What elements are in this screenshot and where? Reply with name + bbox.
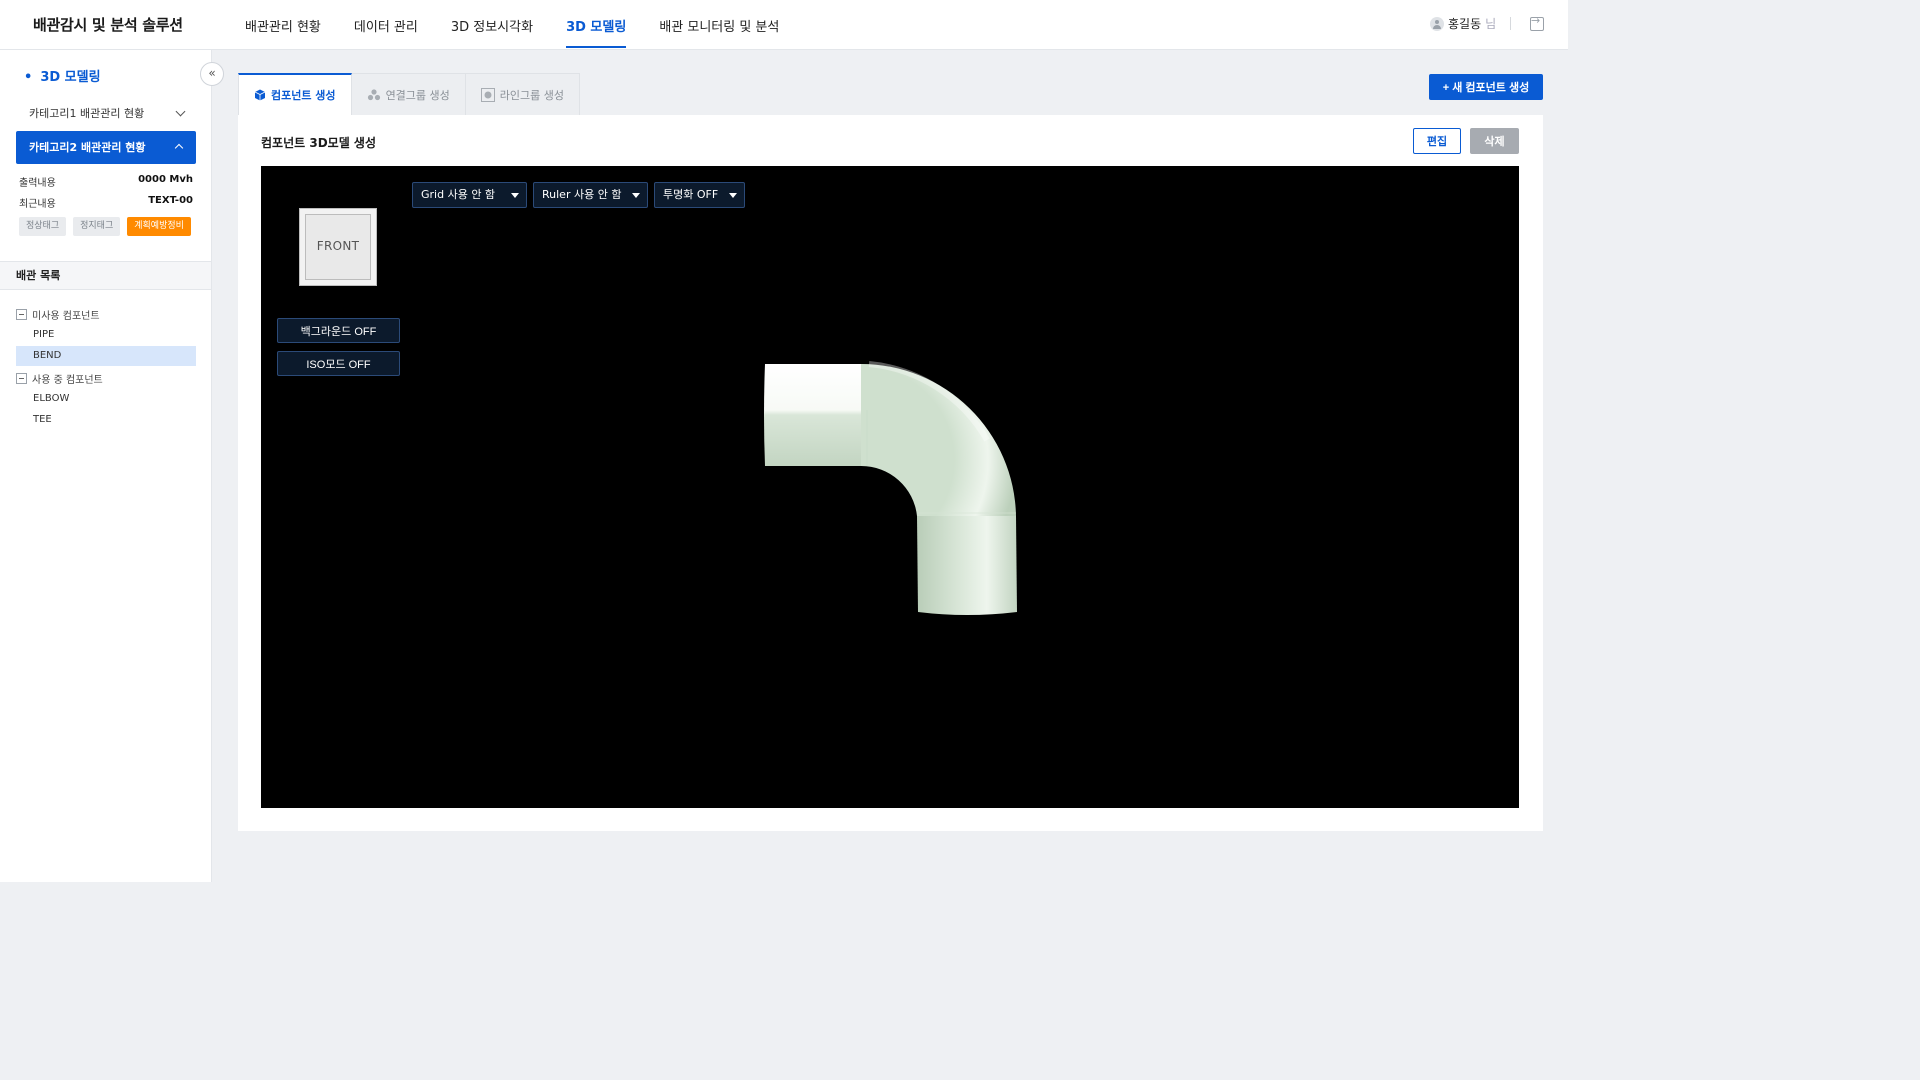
grid-select-value: Grid 사용 안 함 xyxy=(421,188,496,201)
view-cube-label: FRONT xyxy=(316,239,360,253)
sidebar-category-2[interactable]: 카테고리2 배관관리 현황 xyxy=(16,131,196,164)
edit-button[interactable]: 편집 xyxy=(1413,128,1461,154)
tab-label: 연결그룹 생성 xyxy=(385,88,450,102)
tag-stopped[interactable]: 정지태그 xyxy=(73,217,121,236)
tree-group-unused[interactable]: 미사용 컴포넌트 xyxy=(16,307,100,322)
3d-viewport[interactable]: FRONT Grid 사용 안 함 Ruler 사용 안 함 투명화 OFF 백… xyxy=(261,166,1519,808)
info-row-recent: 최근내용 TEXT-00 xyxy=(19,195,193,210)
top-header: 배관감시 및 분석 솔루션 배관관리 현황 데이터 관리 3D 정보시각화 3D… xyxy=(0,0,1568,50)
app-logo[interactable]: 배관감시 및 분석 솔루션 xyxy=(33,14,183,35)
tree-item-tee[interactable]: TEE xyxy=(16,410,196,430)
tree-item-bend[interactable]: BEND xyxy=(16,346,196,366)
collapse-toggle-icon[interactable] xyxy=(16,309,27,320)
category-1-label: 카테고리1 배관관리 현황 xyxy=(29,107,145,120)
transparency-select[interactable]: 투명화 OFF xyxy=(654,182,745,208)
logout-icon[interactable] xyxy=(1530,14,1544,31)
piping-list-title: 배관 목록 xyxy=(0,262,211,290)
sidebar-title: 3D 모델링 xyxy=(24,66,100,85)
chevron-down-icon xyxy=(175,106,186,117)
grid-select[interactable]: Grid 사용 안 함 xyxy=(412,182,527,208)
collapse-toggle-icon[interactable] xyxy=(16,373,27,384)
info-value: TEXT-00 xyxy=(148,195,193,206)
nav-item-monitoring-analysis[interactable]: 배관 모니터링 및 분석 xyxy=(659,0,779,50)
tree-group-label: 미사용 컴포넌트 xyxy=(32,311,100,322)
category-2-label: 카테고리2 배관관리 현황 xyxy=(29,141,146,154)
sidebar: 3D 모델링 « 카테고리1 배관관리 현황 카테고리2 배관관리 현황 출력내… xyxy=(0,50,224,882)
info-row-output: 출력내용 0000 Mvh xyxy=(19,174,193,189)
new-component-button[interactable]: + 새 컴포넌트 생성 xyxy=(1429,74,1543,100)
tree-group-label: 사용 중 컴포넌트 xyxy=(32,375,103,386)
delete-button[interactable]: 삭제 xyxy=(1470,128,1519,154)
bend-pipe-model[interactable] xyxy=(751,350,1031,620)
modeling-tabs: 컴포넌트 생성 연결그룹 생성 라인그룹 생성 xyxy=(238,73,580,115)
tree-group-used[interactable]: 사용 중 컴포넌트 xyxy=(16,371,103,386)
tag-normal[interactable]: 정상태그 xyxy=(19,217,67,236)
info-label: 최근내용 xyxy=(19,199,56,210)
status-tags: 정상태그 정지태그 계획예방정비 xyxy=(19,217,191,236)
panel-title: 컴포넌트 3D모델 생성 xyxy=(261,136,376,150)
tab-component-create[interactable]: 컴포넌트 생성 xyxy=(238,73,352,115)
nav-item-piping-status[interactable]: 배관관리 현황 xyxy=(245,0,321,50)
line-group-icon xyxy=(480,87,495,102)
user-suffix: 님 xyxy=(1485,17,1497,31)
header-divider xyxy=(1510,17,1511,30)
user-menu[interactable]: 홍길동 님 xyxy=(1430,15,1496,32)
tab-connection-group-create[interactable]: 연결그룹 생성 xyxy=(351,73,466,115)
nav-item-3d-modeling[interactable]: 3D 모델링 xyxy=(566,0,627,50)
ruler-select[interactable]: Ruler 사용 안 함 xyxy=(533,182,648,208)
sidebar-category-1[interactable]: 카테고리1 배관관리 현황 xyxy=(16,100,196,128)
tab-line-group-create[interactable]: 라인그룹 생성 xyxy=(465,73,580,115)
iso-mode-toggle-button[interactable]: ISO모드 OFF xyxy=(277,351,400,376)
component-panel: 컴포넌트 3D모델 생성 편집 삭제 FRONT Grid 사용 안 함 Rul… xyxy=(238,115,1543,831)
nav-item-data-management[interactable]: 데이터 관리 xyxy=(354,0,418,50)
chevron-up-icon xyxy=(174,143,184,153)
sidebar-collapse-button[interactable]: « xyxy=(200,62,224,86)
user-name: 홍길동 xyxy=(1448,17,1482,31)
info-value: 0000 Mvh xyxy=(138,174,193,185)
view-cube[interactable]: FRONT xyxy=(299,208,377,286)
tree-item-pipe[interactable]: PIPE xyxy=(16,325,196,345)
tag-planned-maintenance[interactable]: 계획예방정비 xyxy=(127,217,191,236)
main-nav: 배관관리 현황 데이터 관리 3D 정보시각화 3D 모델링 배관 모니터링 및… xyxy=(245,0,812,50)
tab-label: 라인그룹 생성 xyxy=(499,88,564,102)
cube-icon xyxy=(254,89,266,101)
info-label: 출력내용 xyxy=(19,178,56,189)
group-cubes-icon xyxy=(367,88,380,100)
ruler-select-value: Ruler 사용 안 함 xyxy=(542,188,622,201)
nav-item-3d-visualization[interactable]: 3D 정보시각화 xyxy=(451,0,533,50)
background-toggle-button[interactable]: 백그라운드 OFF xyxy=(277,318,400,343)
tab-label: 컴포넌트 생성 xyxy=(271,89,336,102)
tree-item-elbow[interactable]: ELBOW xyxy=(16,389,196,409)
user-icon xyxy=(1430,16,1444,31)
transparency-select-value: 투명화 OFF xyxy=(663,188,719,201)
